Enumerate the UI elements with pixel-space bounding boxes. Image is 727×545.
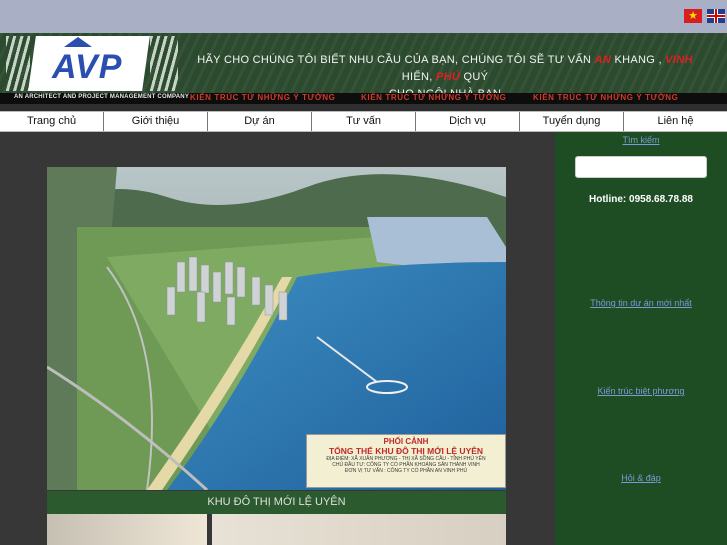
search-input[interactable] xyxy=(575,156,707,178)
nav-item-contact[interactable]: Liên hệ xyxy=(624,112,727,131)
project-thumbnail[interactable] xyxy=(47,514,207,545)
nav-item-projects[interactable]: Dự án xyxy=(208,112,312,131)
nav-item-home[interactable]: Trang chủ xyxy=(0,112,104,131)
house-roof-icon xyxy=(64,37,92,47)
decorative-stripes-left xyxy=(6,36,30,91)
nav-item-about[interactable]: Giới thiệu xyxy=(104,112,208,131)
hotline-text: Hotline: 0958.68.78.88 xyxy=(589,194,693,205)
sidebar-search-label[interactable]: Tìm kiếm xyxy=(555,135,727,145)
top-bar: ★ xyxy=(0,0,727,33)
motto-text: KIẾN TRÚC TỪ NHỮNG Ý TƯỞNG xyxy=(190,93,336,102)
nav-item-services[interactable]: Dịch vụ xyxy=(416,112,520,131)
nav-item-careers[interactable]: Tuyển dụng xyxy=(520,112,624,131)
caption-consultant: ĐƠN VỊ TƯ VẤN : CÔNG TY CỔ PHẦN AN VINH … xyxy=(344,468,468,474)
project-thumbnail[interactable] xyxy=(212,514,506,545)
motto-text: KIẾN TRÚC TỪ NHỮNG Ý TƯỞNG xyxy=(533,93,679,102)
motto-text: KIẾN TRÚC TỪ NHỮNG Ý TƯỞNG xyxy=(361,93,507,102)
company-name: AN ARCHITECT AND PROJECT MANAGEMENT COMP… xyxy=(14,94,190,100)
caption-title: TỔNG THỂ KHU ĐÔ THỊ MỚI LỆ UYÊN xyxy=(328,446,484,456)
project-caption: PHỐI CẢNH TỔNG THỂ KHU ĐÔ THỊ MỚI LỆ UYÊ… xyxy=(306,434,506,488)
site-logo[interactable]: AVP xyxy=(52,48,122,87)
uk-flag-icon[interactable] xyxy=(707,9,725,23)
sidebar-link-latest-projects[interactable]: Thông tin dự án mới nhất xyxy=(555,298,727,308)
project-title[interactable]: KHU ĐÔ THỊ MỚI LỆ UYÊN xyxy=(47,491,506,514)
sidebar-link-architecture[interactable]: Kiến trúc biệt phương xyxy=(555,386,727,396)
caption-heading: PHỐI CẢNH xyxy=(383,437,429,446)
sidebar-link-faq[interactable]: Hỏi & đáp xyxy=(555,473,727,483)
vietnam-flag-icon[interactable]: ★ xyxy=(684,9,702,23)
main-navigation: Trang chủ Giới thiệu Dự án Tư vấn Dịch v… xyxy=(0,111,727,132)
decorative-stripes-right xyxy=(150,36,178,91)
nav-item-consulting[interactable]: Tư vấn xyxy=(312,112,416,131)
